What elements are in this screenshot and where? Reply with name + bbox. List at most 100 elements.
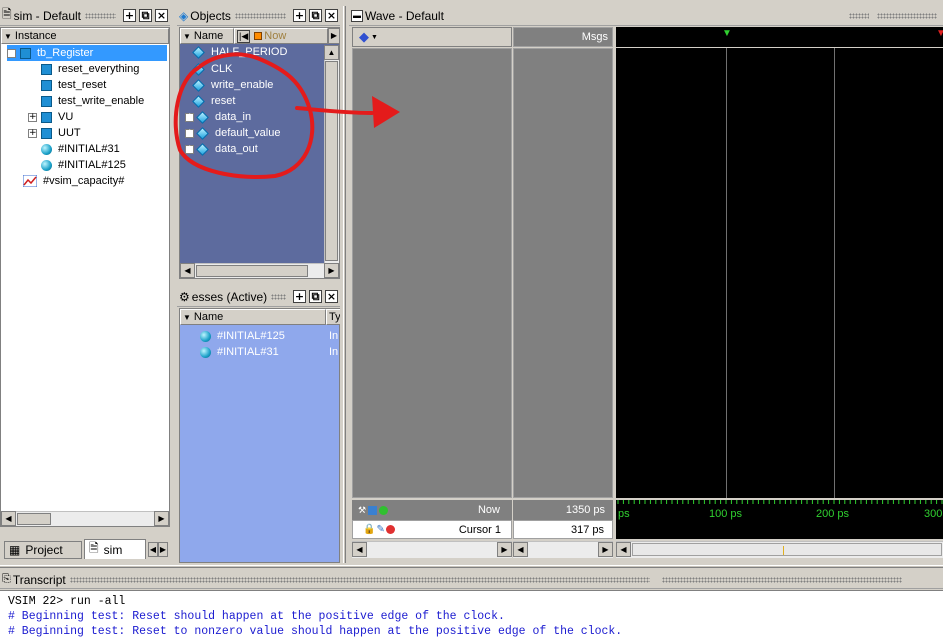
grip[interactable] bbox=[69, 576, 650, 583]
values-hscroll[interactable]: ◀ ▶ bbox=[513, 541, 613, 558]
scroll-thumb[interactable] bbox=[17, 513, 51, 525]
collapse-icon[interactable]: − bbox=[7, 48, 16, 58]
edit-cursor-icon[interactable]: ✎ bbox=[376, 524, 384, 535]
scroll-thumb[interactable] bbox=[632, 543, 942, 556]
pane-separator[interactable] bbox=[343, 6, 346, 563]
signal-item[interactable]: + default_value bbox=[185, 125, 280, 141]
tree-item[interactable]: #INITIAL#125 bbox=[41, 157, 126, 173]
add-icon[interactable]: + bbox=[293, 290, 306, 303]
signal-item[interactable]: + data_out bbox=[185, 141, 258, 157]
scroll-up-icon[interactable]: ▲ bbox=[324, 45, 339, 60]
undock-icon[interactable]: ⧉ bbox=[309, 290, 322, 303]
horizontal-scrollbar[interactable]: ◀ ▶ bbox=[180, 263, 339, 278]
scroll-thumb[interactable] bbox=[325, 61, 338, 261]
wave-add-icon[interactable]: ◆ bbox=[359, 29, 369, 45]
add-icon[interactable]: + bbox=[123, 9, 136, 22]
grip[interactable] bbox=[849, 12, 869, 19]
objects-now-header[interactable]: |◀ Now bbox=[234, 28, 328, 44]
scroll-left-icon[interactable]: ◀ bbox=[513, 542, 528, 557]
tab-sim[interactable]: 🗎 sim bbox=[84, 539, 146, 559]
tree-item[interactable]: reset_everything bbox=[41, 61, 139, 77]
tree-item-vu[interactable]: + VU bbox=[28, 109, 73, 125]
signal-item[interactable]: + data_in bbox=[185, 109, 251, 125]
tab-bar: ▦ Project 🗎 sim ◀ ▶ bbox=[0, 539, 170, 561]
wave-tools-icon[interactable]: ⚒ bbox=[358, 505, 366, 516]
transcript-icon: ⎘ bbox=[2, 573, 11, 585]
expand-icon[interactable]: + bbox=[28, 128, 37, 138]
grip[interactable] bbox=[234, 12, 286, 19]
instance-column-header[interactable]: ▼ Instance bbox=[1, 28, 169, 44]
scroll-left-icon[interactable]: ◀ bbox=[616, 542, 631, 557]
chevron-down-icon[interactable]: ▼ bbox=[371, 34, 378, 41]
signal-item[interactable]: HALF_PERIOD bbox=[190, 45, 287, 59]
signal-icon bbox=[192, 78, 205, 92]
processes-name-header[interactable]: ▼ Name bbox=[180, 309, 326, 325]
tree-item[interactable]: #vsim_capacity# bbox=[22, 173, 124, 189]
scroll-left-icon[interactable]: ◀ bbox=[180, 263, 195, 278]
undock-icon[interactable]: ⧉ bbox=[139, 9, 152, 22]
cursor-marker-icon[interactable]: ▼ bbox=[722, 28, 732, 39]
tree-item[interactable]: #INITIAL#31 bbox=[41, 141, 120, 157]
wave-values-column[interactable] bbox=[513, 48, 613, 498]
process-item[interactable]: #INITIAL#31 bbox=[200, 344, 279, 360]
scroll-right-icon[interactable]: ▶ bbox=[598, 542, 613, 557]
pane-separator[interactable] bbox=[0, 565, 943, 568]
grip[interactable] bbox=[661, 576, 902, 583]
sim-icon: 🗎 bbox=[89, 541, 99, 555]
grip[interactable] bbox=[877, 12, 937, 19]
close-icon[interactable]: × bbox=[325, 9, 338, 22]
tab-right-icon[interactable]: ▶ bbox=[158, 542, 168, 557]
wave-names-column[interactable] bbox=[352, 48, 512, 498]
signal-item[interactable]: CLK bbox=[190, 61, 232, 77]
close-icon[interactable]: × bbox=[155, 9, 168, 22]
cursor-ruler[interactable]: ▼ ▼ bbox=[616, 27, 943, 47]
expand-icon[interactable]: + bbox=[185, 128, 194, 138]
expand-icon[interactable]: + bbox=[185, 112, 194, 122]
scroll-left-icon[interactable]: ◀ bbox=[352, 542, 367, 557]
remove-cursor-icon[interactable] bbox=[385, 525, 395, 534]
tab-left-icon[interactable]: ◀ bbox=[148, 542, 158, 557]
expand-icon[interactable]: + bbox=[28, 112, 37, 122]
cursor-row-label: 🔒 ✎ Cursor 1 bbox=[352, 520, 512, 539]
scroll-right-icon[interactable]: ▶ bbox=[497, 542, 512, 557]
waveform-area[interactable] bbox=[616, 48, 943, 498]
header-scroll-icon[interactable]: ▶ bbox=[328, 28, 340, 44]
cursor-marker-icon[interactable]: ▼ bbox=[936, 28, 943, 39]
objects-name-header[interactable]: ▼ Name bbox=[180, 28, 234, 44]
tab-project[interactable]: ▦ Project bbox=[4, 541, 82, 559]
processes-pane: ⚙ esses (Active) + ⧉ × ▼ Name Ty #INITIA… bbox=[177, 287, 340, 563]
names-hscroll[interactable]: ◀ ▶ bbox=[352, 541, 512, 558]
scroll-left-icon[interactable]: ◀ bbox=[1, 511, 16, 526]
signal-item[interactable]: reset bbox=[190, 93, 235, 109]
scroll-right-icon[interactable]: ▶ bbox=[324, 263, 339, 278]
vertical-scrollbar[interactable]: ▲ bbox=[324, 45, 339, 263]
undock-icon[interactable]: ⧉ bbox=[309, 9, 322, 22]
scroll-right-icon[interactable]: ▶ bbox=[154, 511, 169, 526]
signal-item[interactable]: write_enable bbox=[190, 77, 273, 93]
horizontal-scrollbar[interactable]: ◀ ▶ bbox=[1, 511, 169, 526]
add-icon[interactable]: + bbox=[293, 9, 306, 22]
add-cursor-icon[interactable] bbox=[379, 505, 389, 515]
module-icon bbox=[41, 111, 52, 123]
expand-icon[interactable]: + bbox=[185, 144, 194, 154]
scroll-thumb[interactable] bbox=[196, 265, 308, 277]
processes-type-header[interactable]: Ty bbox=[326, 309, 340, 325]
tree-item[interactable]: test_write_enable bbox=[41, 93, 144, 109]
transcript-body[interactable]: VSIM 22> run -all # Beginning test: Rese… bbox=[0, 590, 943, 640]
grip[interactable] bbox=[85, 12, 116, 19]
zoom-icon[interactable] bbox=[368, 505, 378, 515]
sim-tree: ▼ Instance − tb_Register reset_everythin… bbox=[0, 27, 170, 527]
grip[interactable] bbox=[271, 293, 286, 300]
tree-item-tb-register[interactable]: − tb_Register bbox=[7, 45, 167, 61]
wave-toolbar: ◆ ▼ bbox=[352, 27, 512, 47]
cursor-track[interactable] bbox=[616, 520, 943, 539]
tree-item-uut[interactable]: + UUT bbox=[28, 125, 81, 141]
tree-item[interactable]: test_reset bbox=[41, 77, 106, 93]
time-axis: ps 100 ps 200 ps 300 bbox=[616, 500, 943, 520]
process-item[interactable]: #INITIAL#125 bbox=[200, 328, 285, 344]
signal-icon bbox=[192, 62, 205, 76]
close-icon[interactable]: × bbox=[325, 290, 338, 303]
objects-titlebar: ◈ Objects + ⧉ × bbox=[177, 6, 340, 26]
wave-hscroll[interactable]: ◀ bbox=[616, 541, 943, 558]
lock-icon[interactable]: 🔒 bbox=[363, 524, 375, 535]
